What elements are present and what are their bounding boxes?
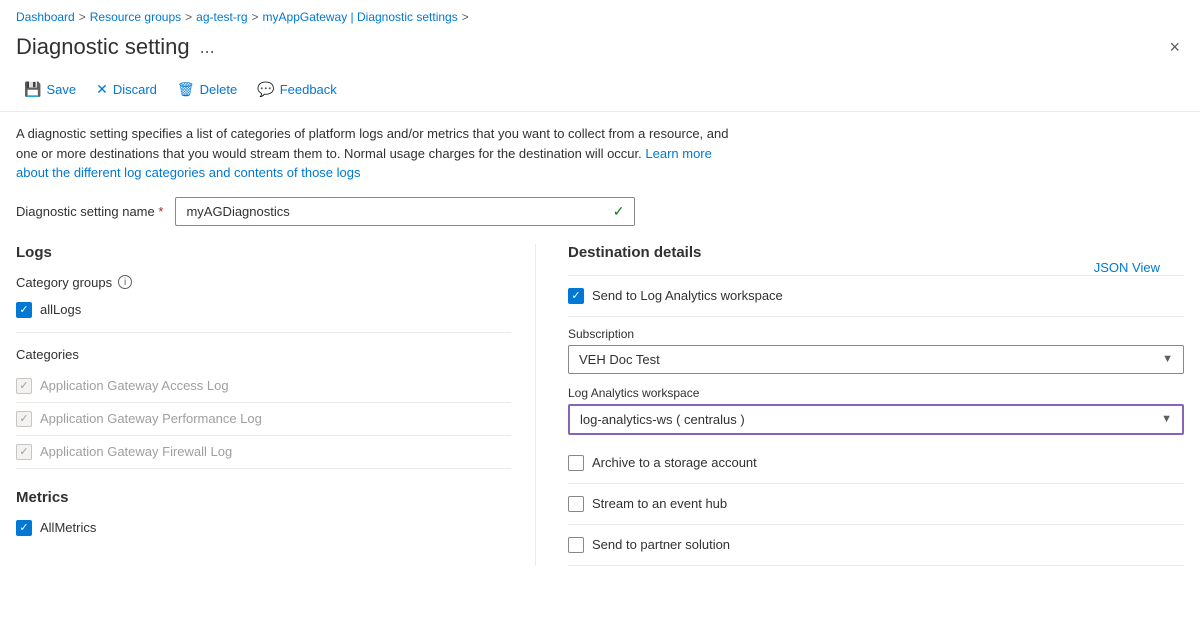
all-metrics-checkbox[interactable]: ✓	[16, 520, 32, 536]
breadcrumb-resource-groups[interactable]: Resource groups	[90, 10, 181, 24]
event-hub-checkbox[interactable]	[568, 496, 584, 512]
access-log-label: Application Gateway Access Log	[40, 378, 229, 393]
metrics-title: Metrics	[16, 489, 511, 506]
workspace-value: log-analytics-ws ( centralus )	[580, 412, 745, 427]
performance-log-checkbox: ✓	[16, 411, 32, 427]
category-item: ✓ Application Gateway Performance Log	[16, 403, 511, 436]
firewall-log-label: Application Gateway Firewall Log	[40, 444, 232, 459]
categories-label: Categories	[16, 347, 79, 362]
discard-label: Discard	[113, 82, 157, 97]
page-title: Diagnostic setting	[16, 34, 190, 60]
required-star: *	[158, 204, 163, 219]
category-groups-label: Category groups	[16, 275, 112, 290]
subscription-dropdown-arrow: ▼	[1162, 353, 1173, 365]
feedback-icon: 💬	[257, 81, 274, 98]
breadcrumb: Dashboard > Resource groups > ag-test-rg…	[0, 0, 1200, 30]
feedback-button[interactable]: 💬 Feedback	[249, 76, 345, 103]
storage-checkbox[interactable]	[568, 455, 584, 471]
workspace-label: Log Analytics workspace	[568, 386, 1184, 400]
access-log-checkbox: ✓	[16, 378, 32, 394]
all-logs-label[interactable]: allLogs	[40, 302, 81, 317]
firewall-log-checkbox: ✓	[16, 444, 32, 460]
breadcrumb-dashboard[interactable]: Dashboard	[16, 10, 75, 24]
breadcrumb-gateway[interactable]: myAppGateway | Diagnostic settings	[263, 10, 458, 24]
discard-button[interactable]: ✕ Discard	[88, 76, 165, 103]
partner-label[interactable]: Send to partner solution	[592, 537, 730, 552]
performance-log-label: Application Gateway Performance Log	[40, 411, 262, 426]
category-item: ✓ Application Gateway Access Log	[16, 370, 511, 403]
workspace-dropdown-arrow: ▼	[1161, 413, 1172, 425]
name-input[interactable]: myAGDiagnostics ✓	[175, 197, 635, 226]
storage-label[interactable]: Archive to a storage account	[592, 455, 757, 470]
log-analytics-checkbox[interactable]: ✓	[568, 288, 584, 304]
log-analytics-label[interactable]: Send to Log Analytics workspace	[592, 288, 783, 303]
delete-icon: 🗑	[177, 81, 195, 98]
subscription-dropdown[interactable]: VEH Doc Test ▼	[568, 345, 1184, 374]
info-icon[interactable]: i	[118, 275, 132, 289]
valid-check-icon: ✓	[613, 203, 625, 220]
event-hub-label[interactable]: Stream to an event hub	[592, 496, 727, 511]
all-logs-checkbox[interactable]: ✓	[16, 302, 32, 318]
save-button[interactable]: 💾 Save	[16, 76, 84, 103]
category-item: ✓ Application Gateway Firewall Log	[16, 436, 511, 469]
breadcrumb-rg[interactable]: ag-test-rg	[196, 10, 247, 24]
subscription-value: VEH Doc Test	[579, 352, 660, 367]
close-button[interactable]: ×	[1165, 34, 1184, 60]
subscription-label: Subscription	[568, 327, 1184, 341]
name-label: Diagnostic setting name *	[16, 204, 163, 219]
page-title-ellipsis[interactable]: ...	[200, 37, 215, 58]
json-view-link[interactable]: JSON View	[1094, 260, 1160, 275]
workspace-dropdown[interactable]: log-analytics-ws ( centralus ) ▼	[568, 404, 1184, 435]
description-text: A diagnostic setting specifies a list of…	[16, 124, 736, 183]
discard-icon: ✕	[96, 81, 108, 98]
delete-button[interactable]: 🗑 Delete	[169, 76, 245, 103]
destination-title: Destination details	[568, 244, 1184, 261]
save-icon: 💾	[24, 81, 41, 98]
partner-checkbox[interactable]	[568, 537, 584, 553]
name-value: myAGDiagnostics	[186, 204, 289, 219]
feedback-label: Feedback	[280, 82, 337, 97]
save-label: Save	[46, 82, 76, 97]
all-metrics-label[interactable]: AllMetrics	[40, 520, 96, 535]
delete-label: Delete	[200, 82, 238, 97]
logs-section-title: Logs	[16, 244, 511, 261]
